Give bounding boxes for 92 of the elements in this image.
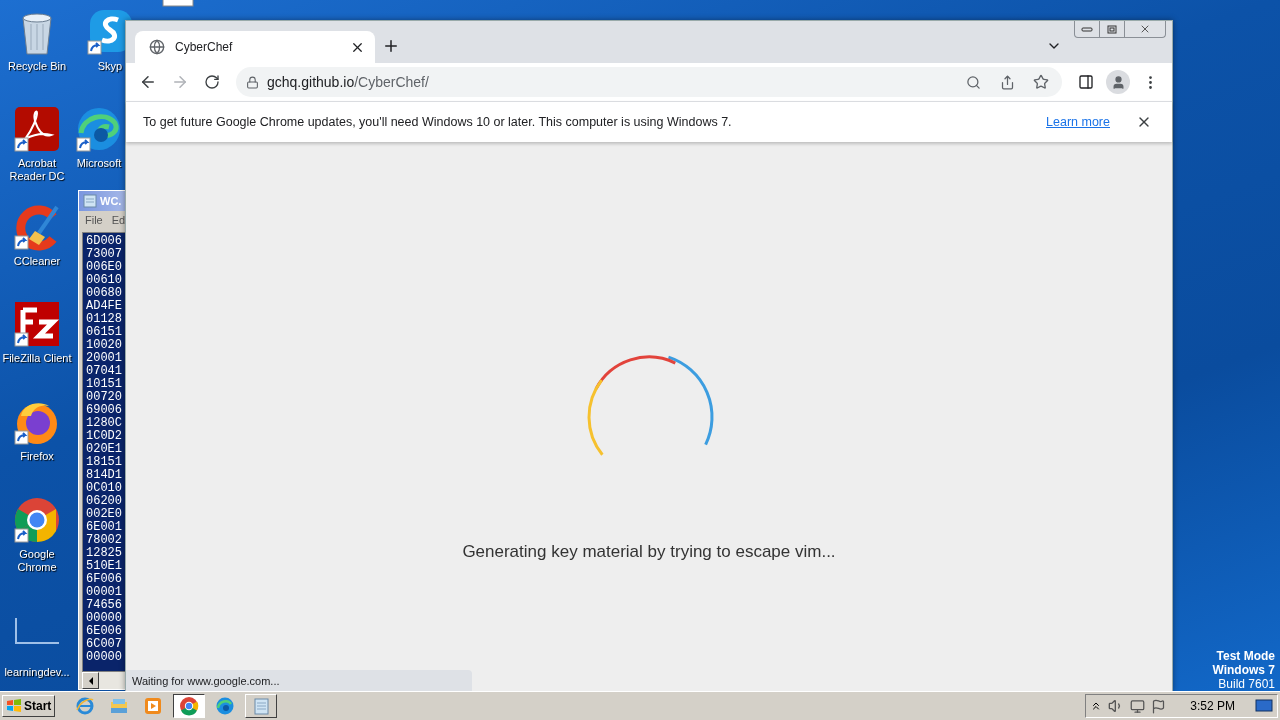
left-arrow-icon[interactable]	[87, 676, 94, 685]
share-icon[interactable]	[999, 74, 1015, 90]
icon-label: Skyp	[97, 60, 123, 73]
menu-item[interactable]: File	[85, 214, 103, 226]
reload-icon[interactable]	[204, 74, 220, 90]
learn-more-link[interactable]: Learn more	[1046, 115, 1110, 129]
text-line: 20001	[86, 352, 123, 365]
text-line: 00001	[86, 586, 123, 599]
text-line: 814D1	[86, 469, 123, 482]
text-line: 510E1	[86, 560, 123, 573]
browser-tab[interactable]: CyberChef	[135, 31, 375, 63]
text-line: AD4FE	[86, 300, 123, 313]
taskbar-button[interactable]	[173, 694, 206, 718]
text-line: 00680	[86, 287, 123, 300]
notepad-icon	[83, 194, 97, 208]
edge-icon	[215, 696, 236, 716]
text-line: 1280C	[86, 417, 123, 430]
info-message: To get future Google Chrome updates, you'll need Windows 10 or later. This computer is using Windows 7.	[143, 115, 733, 129]
text-line: 002E0	[86, 508, 123, 521]
text-line: 006E0	[86, 261, 123, 274]
system-notice: Windows 7	[1212, 663, 1275, 677]
text-line: 78002	[86, 534, 123, 547]
restore-icon	[1107, 24, 1117, 34]
icon-label: Microsoft	[76, 157, 122, 170]
text-line: 01128	[86, 313, 123, 326]
text-line: 020E1	[86, 443, 123, 456]
window-title: WC.	[100, 195, 122, 207]
icon-label: Firefox	[20, 450, 54, 463]
acrobat-icon	[13, 105, 61, 153]
text-line: 6D006	[86, 235, 123, 248]
chrome-icon	[13, 496, 61, 544]
text-line: 1C0D2	[86, 430, 123, 443]
flag-icon[interactable]	[1151, 698, 1167, 714]
icon-label: CCleaner	[13, 255, 61, 268]
ie-icon	[75, 696, 96, 716]
windows-logo-icon	[6, 699, 22, 713]
text-line: 06200	[86, 495, 123, 508]
text-line: 00720	[86, 391, 123, 404]
blank-file-icon	[15, 618, 59, 644]
icon-label: Acrobat Reader DC	[8, 157, 66, 183]
status-bubble: Waiting for www.google.com...	[126, 670, 472, 691]
scroll-bar[interactable]	[82, 672, 126, 689]
media-player-icon	[143, 696, 164, 716]
text-line: 6C007	[86, 638, 123, 651]
icon-label: Recycle Bin	[7, 60, 67, 73]
address-bar[interactable]: gchq.github.io/CyberChef/	[236, 67, 1062, 97]
lock-icon	[246, 75, 259, 89]
network-icon[interactable]	[1130, 698, 1146, 714]
text-line: 69006	[86, 404, 123, 417]
text-line: 06151	[86, 326, 123, 339]
profile-avatar[interactable]	[1106, 70, 1130, 94]
loading-message: Generating key material by trying to escape vim...	[462, 542, 836, 562]
edge-icon	[75, 105, 123, 153]
text-line: 18151	[86, 456, 123, 469]
globe-icon	[149, 39, 165, 55]
text-area[interactable]: 6D006 73007 006E0 00610 00680 AD4FE 01128 06151 10020 20001 07041 10151 00720 69006 1280C 1C0D2 020E1 18151 814D1 0C010 06200 002E0 6E001 78002 12825 510E1 6F006 00001 74656 00000 6E006 6C007 00000	[82, 232, 126, 672]
text-line: 74656	[86, 599, 123, 612]
url-text: gchq.github.io/CyberChef/	[267, 74, 430, 90]
icon-label: learningdev...	[4, 666, 70, 679]
text-line: 6F006	[86, 573, 123, 586]
text-line: 00610	[86, 274, 123, 287]
text-line: 00000	[86, 612, 123, 625]
text-line: 00000	[86, 651, 123, 664]
search-icon[interactable]	[965, 74, 981, 90]
text-line: 10020	[86, 339, 123, 352]
new-tab-icon[interactable]	[382, 37, 400, 55]
icon-label: Google Chrome	[16, 548, 58, 574]
text-line: 07041	[86, 365, 123, 378]
menu-item[interactable]: Ed	[111, 214, 126, 226]
text-line: 0C010	[86, 482, 123, 495]
text-line: 10151	[86, 378, 123, 391]
ccleaner-icon	[13, 203, 61, 251]
text-line: 6E006	[86, 625, 123, 638]
system-notice: Test Mode	[1216, 649, 1275, 663]
text-line: 73007	[86, 248, 123, 261]
folder-icon	[109, 696, 130, 716]
side-panel-icon[interactable]	[1078, 74, 1094, 90]
clock: 3:52 PM	[1190, 699, 1235, 713]
show-desktop-icon[interactable]	[1255, 699, 1273, 713]
filezilla-icon	[13, 300, 61, 348]
back-icon[interactable]	[139, 73, 157, 91]
minimize-icon	[1081, 26, 1093, 32]
notepad-icon	[251, 696, 272, 716]
text-line: 12825	[86, 547, 123, 560]
text-line: 6E001	[86, 521, 123, 534]
icon-label: FileZilla Client	[2, 352, 72, 365]
close-icon	[1139, 23, 1151, 35]
chrome-icon	[179, 696, 200, 716]
start-button[interactable]: Start	[2, 695, 56, 717]
system-notice: Build 7601	[1218, 677, 1275, 691]
tab-title: CyberChef	[175, 40, 234, 54]
star-icon[interactable]	[1033, 74, 1049, 90]
